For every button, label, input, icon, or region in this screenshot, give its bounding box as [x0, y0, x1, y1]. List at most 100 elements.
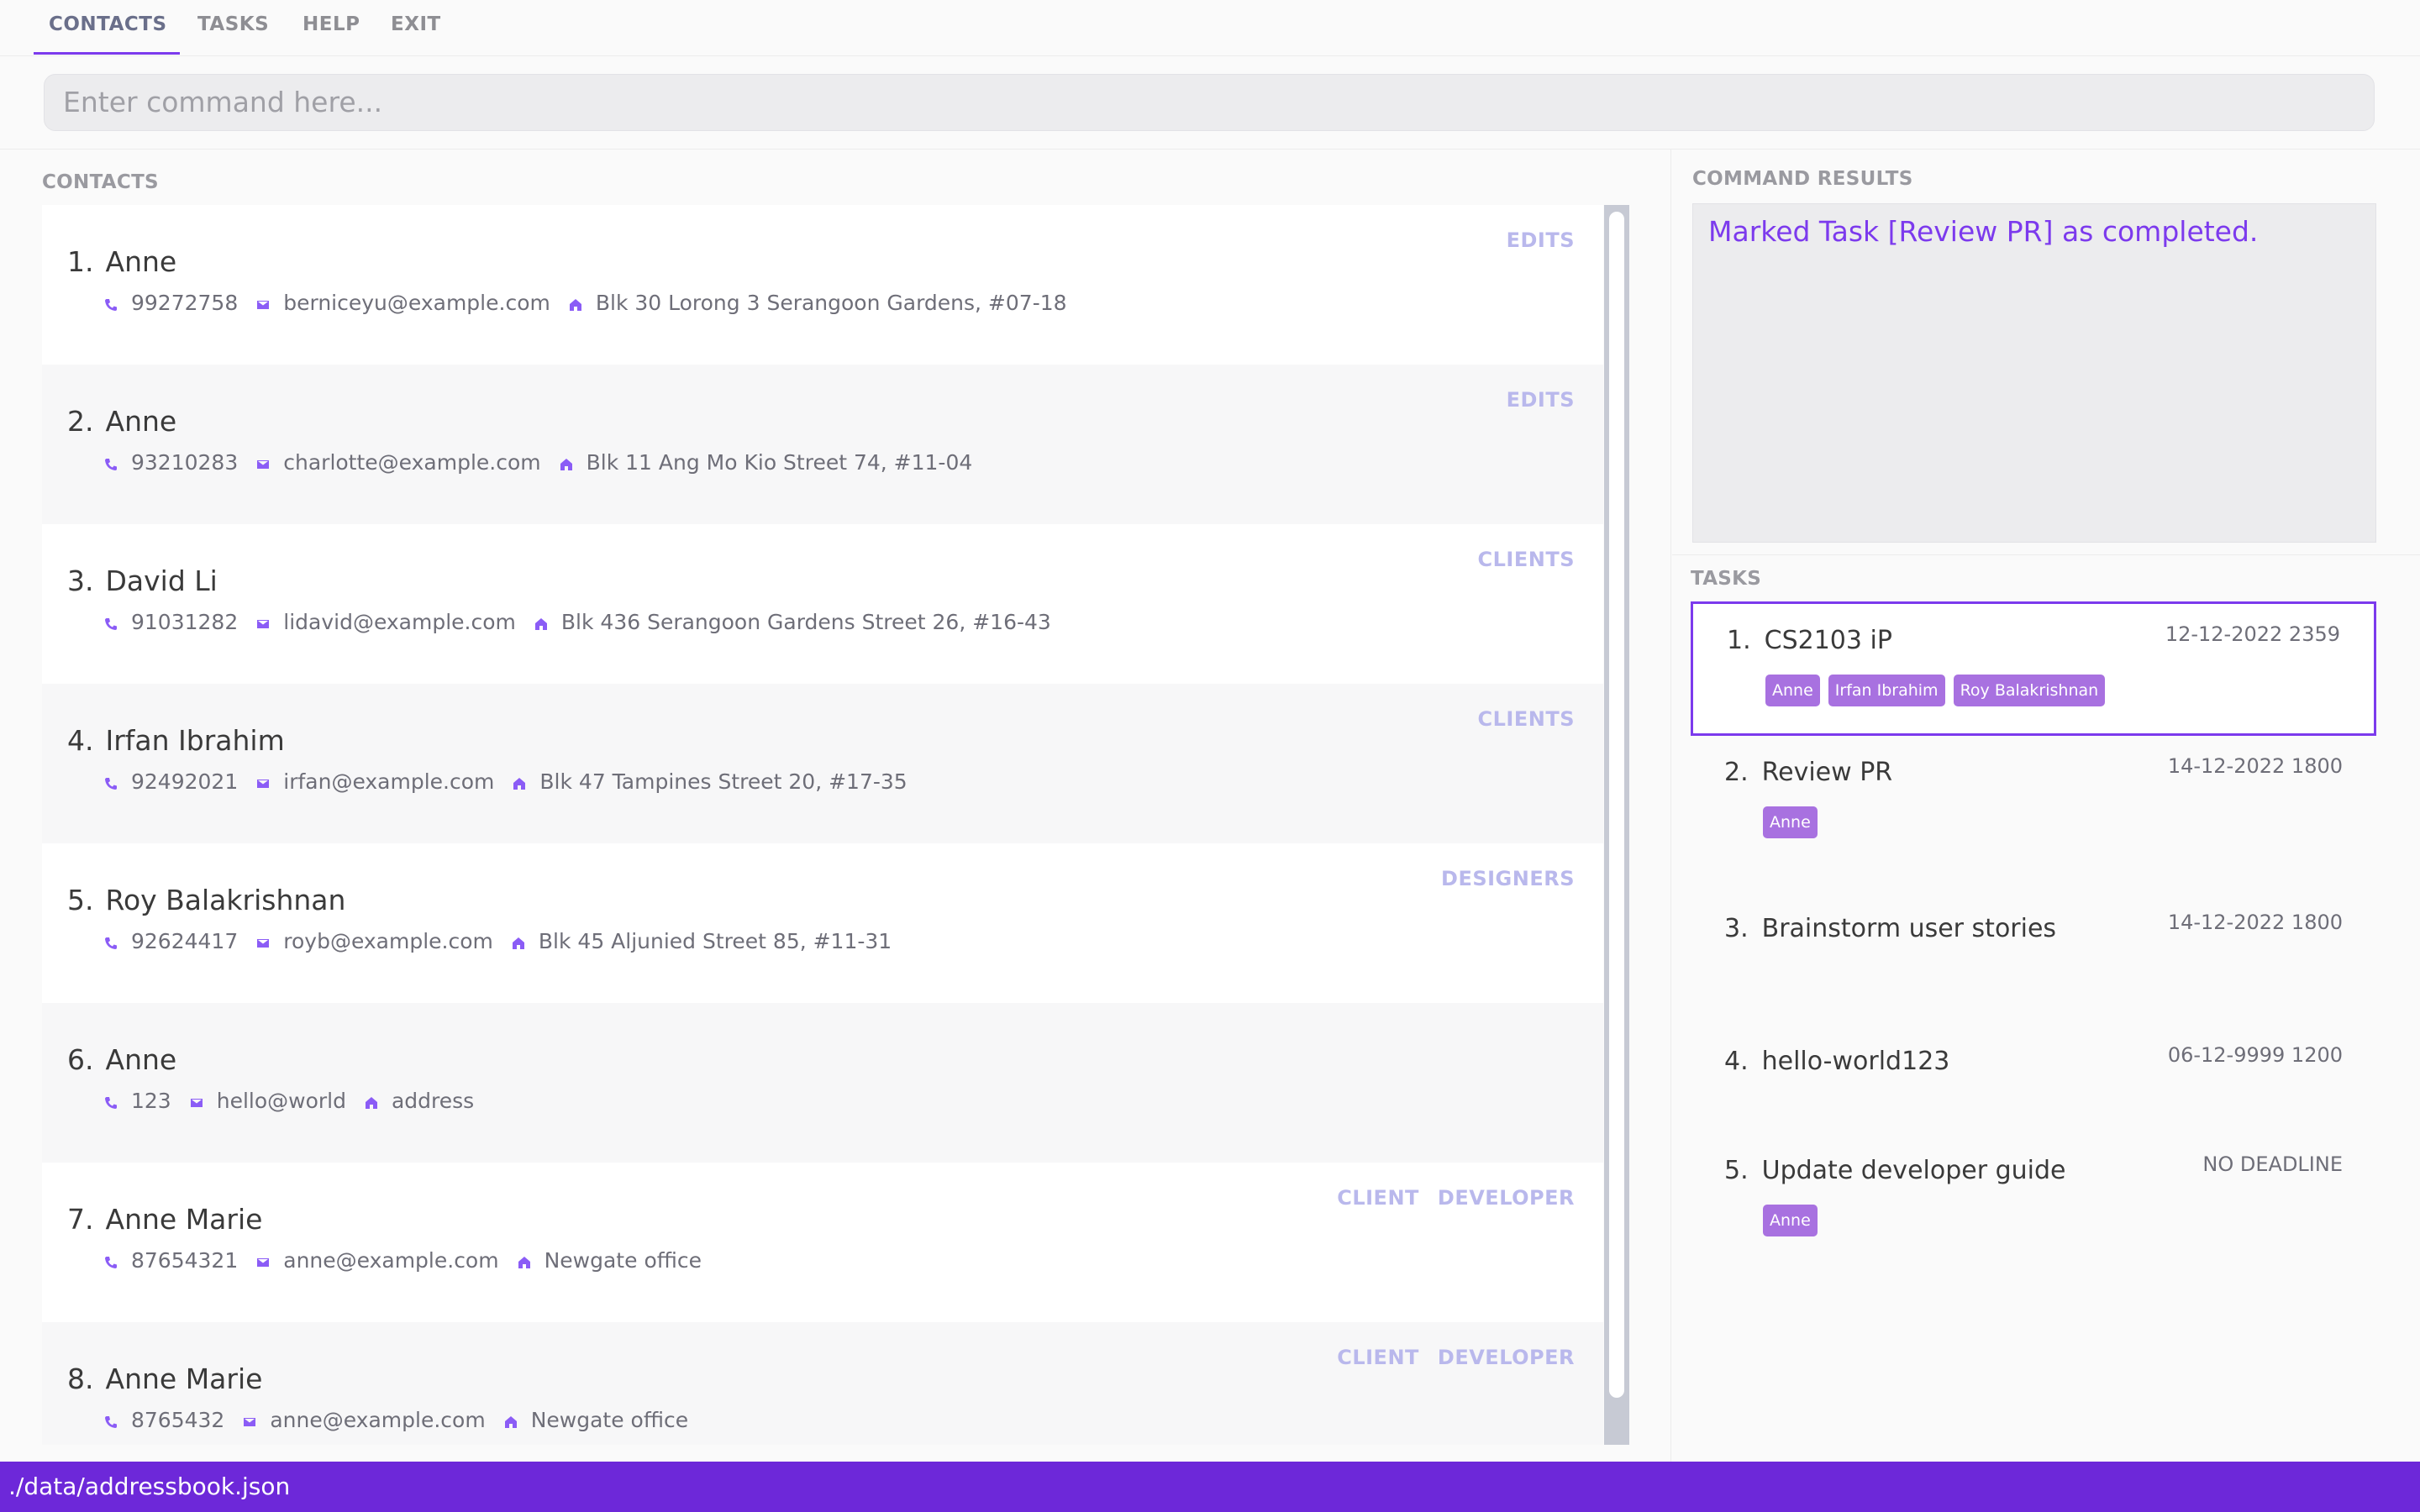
contact-card[interactable]: 1. Anne EDITS 99272758 berniceyu@example.com…: [42, 205, 1603, 365]
task-card[interactable]: 2. Review PR 14-12-2022 1800 Anne: [1691, 736, 2376, 870]
tasks-title: TASKS: [1691, 568, 1762, 590]
menu-contacts[interactable]: CONTACTS: [49, 13, 167, 54]
contact-tags: EDITS: [1488, 388, 1575, 412]
contact-name-text: Anne: [105, 405, 177, 438]
contact-tag: DESIGNERS: [1441, 867, 1575, 890]
task-name-text: hello-world123: [1761, 1047, 1950, 1076]
menu-tasks[interactable]: TASKS: [197, 13, 269, 54]
contact-name: 4. Irfan Ibrahim: [67, 724, 285, 757]
contact-tag: EDITS: [1506, 228, 1575, 252]
contact-details: 92624417 royb@example.com Blk 45 Aljunied …: [104, 929, 910, 953]
contact-phone: 123: [104, 1089, 171, 1113]
contact-details: 93210283 charlotte@example.com Blk 11 Ang …: [104, 450, 991, 475]
contact-tag: CLIENTS: [1477, 548, 1575, 571]
contact-phone-text: 87654321: [131, 1248, 239, 1273]
contact-address-text: Newgate office: [544, 1248, 702, 1273]
task-deadline: 06-12-9999 1200: [2167, 1043, 2343, 1067]
task-name: 3. Brainstorm user stories: [1724, 914, 2056, 943]
contact-name-text: David Li: [105, 564, 218, 597]
contact-tag: DEVELOPER: [1437, 1186, 1575, 1210]
contact-phone-text: 99272758: [131, 291, 239, 315]
contact-name-text: Anne Marie: [105, 1203, 263, 1236]
task-assignees: Anne Irfan Ibrahim Roy Balakrishnan: [1765, 675, 2113, 706]
assignee-tag: Anne: [1765, 675, 1820, 706]
contact-name-text: Anne Marie: [105, 1362, 263, 1395]
contacts-scrollbar-thumb[interactable]: [1609, 212, 1624, 1398]
contact-name: 2. Anne: [67, 405, 176, 438]
task-assignees: Anne: [1763, 1205, 1826, 1236]
contact-phone-text: 91031282: [131, 610, 239, 634]
email-icon: [190, 1099, 203, 1107]
task-index: 1.: [1727, 626, 1751, 655]
task-card[interactable]: 5. Update developer guide NO DEADLINE Anne: [1691, 1134, 2376, 1268]
menu-bar: CONTACTS TASKS HELP EXIT: [0, 0, 2420, 56]
contact-name: 3. David Li: [67, 564, 218, 597]
task-name-text: Review PR: [1761, 758, 1893, 787]
contact-tags: DESIGNERS: [1423, 867, 1575, 890]
contact-name: 5. Roy Balakrishnan: [67, 884, 345, 916]
menu-help[interactable]: HELP: [302, 13, 360, 54]
home-icon: [569, 299, 581, 311]
contact-email: irfan@example.com: [256, 769, 494, 794]
contact-tags: CLIENT DEVELOPER: [1318, 1346, 1575, 1369]
status-bar: ./data/addressbook.json: [0, 1462, 2420, 1512]
contact-address-text: Newgate office: [530, 1408, 689, 1432]
task-deadline: 14-12-2022 1800: [2167, 754, 2343, 778]
contact-phone-text: 92624417: [131, 929, 239, 953]
contact-phone-text: 123: [131, 1089, 171, 1113]
contact-tag: CLIENTS: [1477, 707, 1575, 731]
contact-phone: 91031282: [104, 610, 238, 634]
pane-divider: [1670, 150, 1671, 1462]
contact-card[interactable]: 3. David Li CLIENTS 91031282 lidavid@example…: [42, 524, 1603, 684]
contacts-list[interactable]: 1. Anne EDITS 99272758 berniceyu@example.com…: [42, 205, 1603, 1445]
contact-name-text: Anne: [105, 1043, 177, 1076]
contact-details: 99272758 berniceyu@example.com Blk 30 Loro…: [104, 291, 1086, 315]
contact-card[interactable]: 8. Anne Marie CLIENT DEVELOPER 8765432 anne@e…: [42, 1322, 1603, 1445]
assignee-tag: Irfan Ibrahim: [1828, 675, 1945, 706]
contact-details: 92492021 irfan@example.com Blk 47 Tampines…: [104, 769, 926, 794]
contact-index: 2.: [67, 405, 94, 438]
home-icon: [560, 459, 572, 470]
active-menu-indicator: [34, 52, 180, 55]
contact-tag: CLIENT: [1337, 1346, 1419, 1369]
divider: [1672, 554, 2420, 555]
contact-address-text: Blk 45 Aljunied Street 85, #11-31: [538, 929, 892, 953]
contact-address: Newgate office: [504, 1408, 688, 1432]
task-name: 4. hello-world123: [1724, 1047, 1949, 1076]
contact-card[interactable]: 7. Anne Marie CLIENT DEVELOPER 87654321 anne@…: [42, 1163, 1603, 1322]
contact-address: address: [365, 1089, 474, 1113]
task-name: 1. CS2103 iP: [1727, 626, 1892, 655]
assignee-tag: Roy Balakrishnan: [1953, 675, 2106, 706]
email-icon: [257, 939, 270, 948]
contact-index: 3.: [67, 564, 94, 597]
contact-index: 5.: [67, 884, 94, 916]
email-icon: [257, 620, 270, 628]
menu-exit[interactable]: EXIT: [391, 13, 441, 54]
phone-icon: [105, 778, 117, 790]
contact-tags: EDITS: [1488, 228, 1575, 252]
home-icon: [365, 1097, 377, 1109]
task-deadline: NO DEADLINE: [2202, 1152, 2343, 1176]
task-card[interactable]: 1. CS2103 iP 12-12-2022 2359 Anne Irfan Ibra…: [1691, 601, 2376, 736]
task-card[interactable]: 3. Brainstorm user stories 14-12-2022 1800: [1691, 892, 2376, 1026]
contact-card[interactable]: 6. Anne 123 hello@world address: [42, 1003, 1603, 1163]
contact-index: 7.: [67, 1203, 94, 1236]
task-index: 3.: [1724, 914, 1749, 943]
task-index: 5.: [1724, 1156, 1749, 1185]
contact-name-text: Roy Balakrishnan: [105, 884, 346, 916]
contact-address: Newgate office: [518, 1248, 702, 1273]
command-input[interactable]: Enter command here...: [44, 74, 2375, 131]
contact-tag: DEVELOPER: [1437, 1346, 1575, 1369]
email-icon: [257, 301, 270, 309]
contact-card[interactable]: 4. Irfan Ibrahim CLIENTS 92492021 irfan@exam…: [42, 684, 1603, 843]
contact-email-text: hello@world: [216, 1089, 346, 1113]
contact-card[interactable]: 2. Anne EDITS 93210283 charlotte@example.com…: [42, 365, 1603, 524]
contact-card[interactable]: 5. Roy Balakrishnan DESIGNERS 92624417 royb@…: [42, 843, 1603, 1003]
task-name: 2. Review PR: [1724, 758, 1892, 787]
contact-phone: 92492021: [104, 769, 238, 794]
home-icon: [504, 1416, 517, 1428]
contact-index: 4.: [67, 724, 94, 757]
contact-address-text: Blk 436 Serangoon Gardens Street 26, #16…: [560, 610, 1051, 634]
results-title: COMMAND RESULTS: [1692, 168, 1913, 190]
task-name: 5. Update developer guide: [1724, 1156, 2065, 1185]
